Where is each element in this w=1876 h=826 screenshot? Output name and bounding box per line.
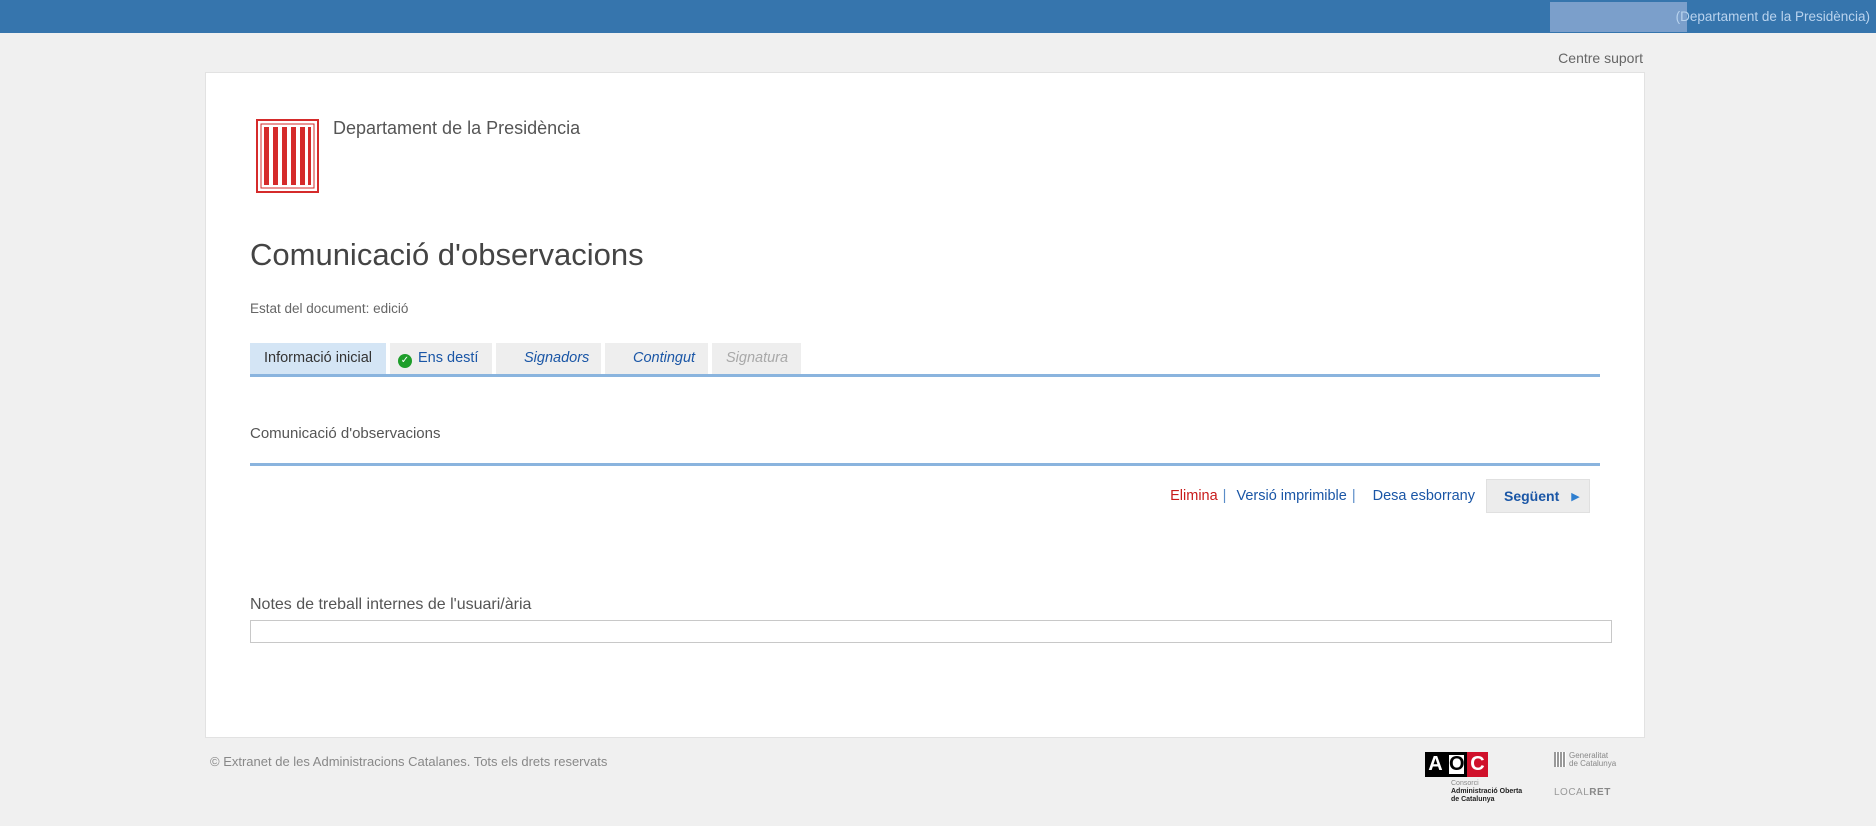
user-department: (Departament de la Presidència)	[1675, 9, 1870, 24]
separator: |	[1222, 488, 1227, 504]
printable-version-link[interactable]: Versió imprimible	[1236, 488, 1346, 504]
generalitat-text: de Catalunya	[1569, 759, 1617, 768]
aoc-text-line: Administració Oberta	[1451, 788, 1523, 795]
save-draft-link[interactable]: Desa esborrany	[1373, 488, 1475, 504]
user-name-block[interactable]	[1550, 2, 1687, 32]
tab-informacio-inicial[interactable]: Informació inicial	[250, 343, 386, 374]
notes-input[interactable]	[250, 620, 1612, 643]
separator: |	[1351, 488, 1356, 504]
step-tabs: Informació inicial ✓ Ens destí Signadors …	[250, 343, 1600, 377]
action-bar: Elimina | Versió imprimible | Desa esbor…	[1170, 479, 1590, 513]
aoc-letter: A	[1425, 752, 1446, 777]
play-arrow-icon: ▶	[1571, 490, 1580, 503]
aoc-logo: A O C Consorci Administració Oberta de C…	[1425, 752, 1522, 804]
section-divider	[250, 463, 1600, 466]
section-title: Comunicació d'observacions	[250, 425, 441, 442]
page-title: Comunicació d'observacions	[250, 237, 644, 272]
tab-ens-desti[interactable]: ✓ Ens destí	[390, 343, 492, 374]
support-center-link[interactable]: Centre suport	[1558, 50, 1643, 66]
tab-label: Signadors	[524, 350, 590, 366]
aoc-letter: C	[1467, 752, 1488, 777]
localret-text: LOCAL	[1554, 787, 1590, 798]
tab-contingut[interactable]: Contingut	[605, 343, 708, 374]
aoc-text-line: de Catalunya	[1451, 796, 1495, 803]
organization-name: Departament de la Presidència	[333, 118, 581, 138]
aoc-letter: O	[1446, 752, 1467, 777]
localret-logo: LOCALRET	[1554, 787, 1611, 798]
notes-label: Notes de treball internes de l'usuari/àr…	[250, 596, 532, 613]
copyright-text: © Extranet de les Administracions Catala…	[210, 754, 608, 769]
tab-label: Ens destí	[418, 350, 479, 366]
document-status: Estat del document: edició	[250, 301, 409, 316]
generalitat-seal-logo	[256, 119, 319, 193]
next-button[interactable]: Següent ▶	[1486, 479, 1590, 513]
tab-label: Informació inicial	[264, 350, 372, 366]
top-bar: (Departament de la Presidència)	[0, 0, 1876, 33]
tab-signadors[interactable]: Signadors	[496, 343, 601, 374]
check-circle-icon: ✓	[398, 354, 412, 368]
tab-label: Signatura	[726, 350, 789, 366]
generalitat-mark-icon	[1554, 752, 1566, 767]
tab-label: Contingut	[633, 350, 696, 366]
next-button-label: Següent	[1504, 488, 1560, 504]
generalitat-logo: Generalitat de Catalunya	[1554, 752, 1616, 768]
aoc-small-text: Consorci	[1451, 780, 1479, 787]
localret-text: RET	[1589, 787, 1611, 798]
delete-link[interactable]: Elimina	[1170, 488, 1218, 504]
tab-signatura: Signatura	[712, 343, 801, 374]
main-card: Departament de la Presidència Comunicaci…	[205, 72, 1645, 738]
